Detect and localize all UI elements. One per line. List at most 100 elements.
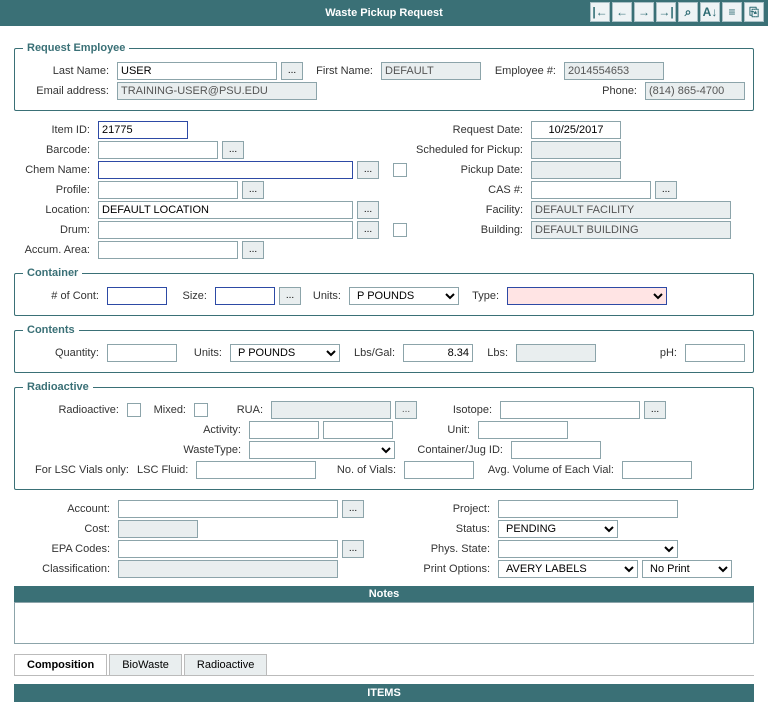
phone-label: Phone: — [591, 85, 641, 97]
activity-label: Activity: — [23, 424, 245, 436]
epa-label: EPA Codes: — [14, 543, 114, 555]
cost-input — [118, 520, 198, 538]
request-date-input[interactable] — [531, 121, 621, 139]
num-cont-input[interactable] — [107, 287, 167, 305]
drum-lookup-button[interactable]: ... — [357, 221, 379, 239]
account-input[interactable] — [118, 500, 338, 518]
waste-type-select[interactable] — [249, 441, 395, 459]
window-title: Waste Pickup Request — [325, 7, 443, 19]
chem-name-input[interactable] — [98, 161, 353, 179]
avg-vol-input[interactable] — [622, 461, 692, 479]
type-select[interactable] — [507, 287, 667, 305]
prev-record-button[interactable]: ← — [612, 2, 632, 22]
cas-lookup-button[interactable]: ... — [655, 181, 677, 199]
activity-input-2[interactable] — [323, 421, 393, 439]
unit-input[interactable] — [478, 421, 568, 439]
project-input[interactable] — [498, 500, 678, 518]
next-record-button[interactable]: → — [634, 2, 654, 22]
last-name-lookup-button[interactable]: ... — [281, 62, 303, 80]
accum-area-input[interactable] — [98, 241, 238, 259]
radioactive-checkbox[interactable] — [127, 403, 141, 417]
tab-composition[interactable]: Composition — [14, 654, 107, 675]
print-options-select[interactable]: AVERY LABELS — [498, 560, 638, 578]
no-vials-label: No. of Vials: — [320, 464, 400, 476]
last-name-input[interactable] — [117, 62, 277, 80]
epa-lookup-button[interactable]: ... — [342, 540, 364, 558]
request-date-label: Request Date: — [407, 124, 527, 136]
location-input[interactable] — [98, 201, 353, 219]
contents-units-select[interactable]: P POUNDS — [230, 344, 340, 362]
size-lookup-button[interactable]: ... — [279, 287, 301, 305]
item-id-input[interactable] — [98, 121, 188, 139]
ph-input[interactable] — [685, 344, 745, 362]
size-label: Size: — [171, 290, 211, 302]
profile-input[interactable] — [98, 181, 238, 199]
unit-label: Unit: — [397, 424, 474, 436]
contents-units-label: Units: — [181, 347, 226, 359]
lsc-fluid-input[interactable] — [196, 461, 316, 479]
first-name-label: First Name: — [307, 65, 377, 77]
rua-input — [271, 401, 391, 419]
scheduled-input — [531, 141, 621, 159]
activity-input-1[interactable] — [249, 421, 319, 439]
radioactive-label: Radioactive: — [23, 404, 123, 416]
phys-state-select[interactable] — [498, 540, 678, 558]
quantity-input[interactable] — [107, 344, 177, 362]
last-record-button[interactable]: →| — [656, 2, 676, 22]
notes-textarea[interactable] — [14, 602, 754, 644]
barcode-lookup-button[interactable]: ... — [222, 141, 244, 159]
location-lookup-button[interactable]: ... — [357, 201, 379, 219]
units-select[interactable]: P POUNDS — [349, 287, 459, 305]
contents-section: Contents Quantity: Units: P POUNDS Lbs/G… — [14, 324, 754, 373]
account-lookup-button[interactable]: ... — [342, 500, 364, 518]
epa-input[interactable] — [118, 540, 338, 558]
list-button[interactable]: ≡ — [722, 2, 742, 22]
location-label: Location: — [14, 204, 94, 216]
phone-input — [645, 82, 745, 100]
rua-label: RUA: — [212, 404, 267, 416]
tab-biowaste[interactable]: BioWaste — [109, 654, 182, 675]
no-vials-input[interactable] — [404, 461, 474, 479]
building-label: Building: — [407, 224, 527, 236]
employee-no-input — [564, 62, 664, 80]
first-record-button[interactable]: |← — [590, 2, 610, 22]
sort-button[interactable]: A↓ — [700, 2, 720, 22]
items-header: ITEMS — [14, 684, 754, 702]
cost-label: Cost: — [14, 523, 114, 535]
lsc-only-label: For LSC Vials only: — [23, 464, 133, 476]
chem-name-checkbox[interactable] — [393, 163, 407, 177]
type-label: Type: — [463, 290, 503, 302]
isotope-lookup-button[interactable]: ... — [644, 401, 666, 419]
barcode-input[interactable] — [98, 141, 218, 159]
tab-radioactive[interactable]: Radioactive — [184, 654, 267, 675]
size-input[interactable] — [215, 287, 275, 305]
print-mode-select[interactable]: No Print — [642, 560, 732, 578]
search-button[interactable]: ⌕ — [678, 2, 698, 22]
facility-label: Facility: — [407, 204, 527, 216]
phys-state-label: Phys. State: — [384, 543, 494, 555]
drum-input[interactable] — [98, 221, 353, 239]
accum-area-lookup-button[interactable]: ... — [242, 241, 264, 259]
barcode-label: Barcode: — [14, 144, 94, 156]
email-label: Email address: — [23, 85, 113, 97]
cas-input[interactable] — [531, 181, 651, 199]
lbs-gal-input[interactable] — [403, 344, 473, 362]
copy-button[interactable]: ⎘ — [744, 2, 764, 22]
quantity-label: Quantity: — [23, 347, 103, 359]
isotope-input[interactable] — [500, 401, 640, 419]
status-select[interactable]: PENDING — [498, 520, 618, 538]
item-id-label: Item ID: — [14, 124, 94, 136]
container-jug-input[interactable] — [511, 441, 601, 459]
radioactive-legend: Radioactive — [23, 381, 93, 393]
profile-lookup-button[interactable]: ... — [242, 181, 264, 199]
mixed-checkbox[interactable] — [194, 403, 208, 417]
isotope-label: Isotope: — [421, 404, 496, 416]
pickup-date-label: Pickup Date: — [407, 164, 527, 176]
toolbar: |← ← → →| ⌕ A↓ ≡ ⎘ — [590, 2, 764, 22]
profile-label: Profile: — [14, 184, 94, 196]
drum-label: Drum: — [14, 224, 94, 236]
rua-lookup-button[interactable]: ... — [395, 401, 417, 419]
drum-checkbox[interactable] — [393, 223, 407, 237]
chem-name-lookup-button[interactable]: ... — [357, 161, 379, 179]
scheduled-label: Scheduled for Pickup: — [407, 144, 527, 156]
